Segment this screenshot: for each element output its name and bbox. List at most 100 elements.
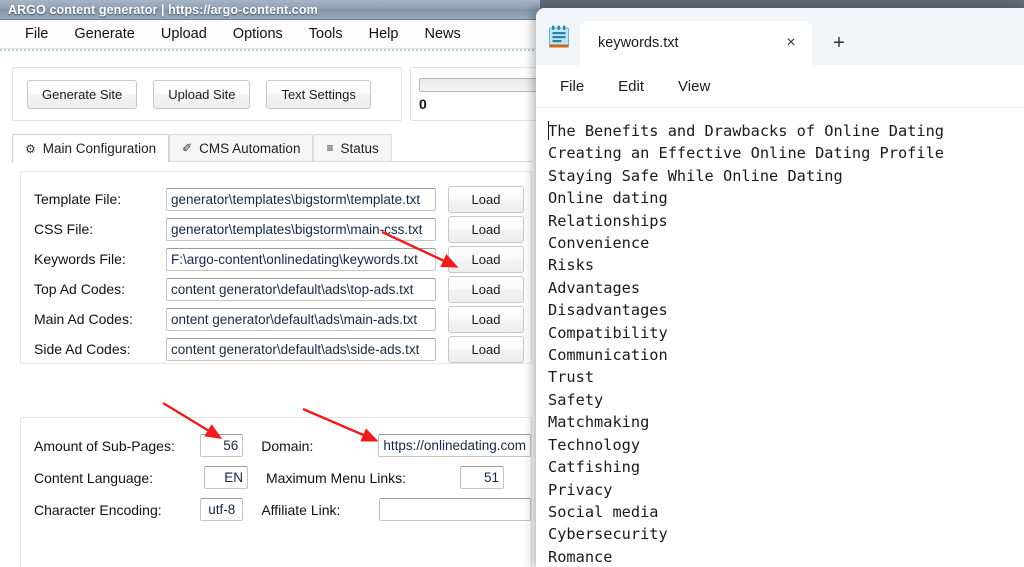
- top-ad-codes-label: Top Ad Codes:: [34, 281, 126, 297]
- text-line: Social media: [548, 502, 659, 521]
- tab-status-label: Status: [340, 140, 379, 156]
- load-main-ad-codes-button[interactable]: Load: [448, 305, 524, 333]
- main-ad-codes-input[interactable]: ontent generator\default\ads\main-ads.tx…: [166, 307, 436, 331]
- notepad-icon: [542, 15, 576, 61]
- argo-body: Generate Site Upload Site Text Settings …: [0, 49, 540, 567]
- progress-group: 0: [410, 67, 540, 121]
- load-template-file-button[interactable]: Load: [448, 185, 524, 213]
- character-encoding-label: Character Encoding:: [34, 501, 162, 518]
- text-line: The Benefits and Drawbacks of Online Dat…: [548, 122, 945, 140]
- text-line: Compatibility: [548, 323, 668, 342]
- argo-title-text: ARGO content generator | https://argo-co…: [8, 2, 318, 17]
- text-line: Privacy: [548, 480, 613, 499]
- generate-site-button[interactable]: Generate Site: [27, 79, 138, 109]
- max-menu-links-input[interactable]: 51: [460, 466, 505, 489]
- notepad-menu-view[interactable]: View: [664, 72, 724, 101]
- content-language-input[interactable]: EN: [204, 466, 248, 489]
- menu-item-generate[interactable]: Generate: [61, 24, 147, 44]
- text-settings-button[interactable]: Text Settings: [266, 79, 371, 109]
- gear-icon: ⚙: [25, 141, 36, 156]
- file-row: Side Ad Codes: content generator\default…: [34, 335, 531, 363]
- file-paths-panel: Template File: generator\templates\bigst…: [20, 171, 532, 364]
- upload-site-button[interactable]: Upload Site: [153, 79, 251, 109]
- notepad-tab-strip: keywords.txt × +: [536, 8, 1024, 65]
- sub-pages-label: Amount of Sub-Pages:: [34, 437, 175, 454]
- text-line: Romance: [548, 547, 613, 566]
- argo-tab-strip: ⚙ Main Configuration ✐ CMS Automation ≡ …: [12, 133, 532, 162]
- template-file-label: Template File:: [34, 191, 122, 207]
- text-line: Trust: [548, 368, 595, 387]
- file-row: Main Ad Codes: ontent generator\default\…: [34, 305, 531, 333]
- menu-item-upload[interactable]: Upload: [148, 24, 220, 44]
- notepad-tab-keywords[interactable]: keywords.txt ×: [580, 21, 812, 65]
- affiliate-link-input[interactable]: [378, 498, 531, 521]
- menu-item-tools[interactable]: Tools: [296, 24, 356, 44]
- tab-cms-automation-label: CMS Automation: [199, 140, 301, 156]
- load-top-ad-codes-button[interactable]: Load: [448, 275, 524, 303]
- progress-bar: [419, 78, 540, 92]
- character-encoding-input[interactable]: utf-8: [200, 498, 244, 521]
- notepad-icon-svg: [549, 25, 569, 48]
- menu-item-options[interactable]: Options: [220, 24, 296, 44]
- side-ad-codes-label: Side Ad Codes:: [34, 341, 131, 357]
- text-line: Catfishing: [548, 458, 641, 477]
- notepad-window: keywords.txt × + File Edit View The Bene…: [536, 8, 1024, 567]
- keywords-file-input[interactable]: F:\argo-content\onlinedating\keywords.tx…: [166, 247, 436, 271]
- text-line: Creating an Effective Online Dating Prof…: [548, 144, 945, 163]
- menu-item-file[interactable]: File: [12, 24, 61, 44]
- content-language-row: Content Language: EN Maximum Menu Links:…: [34, 464, 531, 491]
- argo-menu-bar: File Generate Upload Options Tools Help …: [0, 20, 540, 49]
- load-keywords-file-button[interactable]: Load: [448, 245, 524, 273]
- pencil-icon: ✐: [182, 141, 193, 155]
- load-css-file-button[interactable]: Load: [448, 215, 524, 243]
- text-line: Relationships: [548, 211, 668, 230]
- tab-main-configuration-label: Main Configuration: [42, 141, 157, 156]
- load-side-ad-codes-button[interactable]: Load: [448, 335, 524, 363]
- tab-main-configuration[interactable]: ⚙ Main Configuration: [12, 134, 170, 162]
- tab-status[interactable]: ≡ Status: [313, 134, 392, 161]
- content-language-label: Content Language:: [34, 469, 154, 486]
- domain-input[interactable]: https://onlinedating.com: [378, 434, 531, 457]
- sub-pages-row: Amount of Sub-Pages: 56 Domain: https://…: [34, 432, 531, 459]
- sub-pages-input[interactable]: 56: [200, 434, 244, 457]
- text-line: Online dating: [548, 189, 668, 208]
- file-row: Top Ad Codes: content generator\default\…: [34, 275, 531, 303]
- toolbar-divider: [0, 49, 540, 51]
- text-line: Cybersecurity: [548, 525, 668, 544]
- notepad-menu-edit[interactable]: Edit: [604, 72, 658, 101]
- max-menu-links-label: Maximum Menu Links:: [266, 469, 407, 486]
- text-line: Convenience: [548, 234, 650, 253]
- css-file-input[interactable]: generator\templates\bigstorm\main-css.tx…: [166, 217, 436, 241]
- text-line: Advantages: [548, 278, 641, 297]
- text-line: Risks: [548, 256, 595, 275]
- notepad-tab-title: keywords.txt: [598, 35, 679, 51]
- progress-count: 0: [419, 96, 427, 112]
- notepad-menu-file[interactable]: File: [546, 72, 598, 101]
- file-row: Keywords File: F:\argo-content\onlinedat…: [34, 245, 531, 273]
- text-line: Technology: [548, 435, 641, 454]
- file-row: Template File: generator\templates\bigst…: [34, 185, 531, 213]
- css-file-label: CSS File:: [34, 221, 94, 237]
- menu-item-help[interactable]: Help: [356, 24, 412, 44]
- side-ad-codes-input[interactable]: content generator\default\ads\side-ads.t…: [166, 337, 436, 361]
- new-tab-icon[interactable]: +: [822, 26, 856, 60]
- action-toolbar-group: Generate Site Upload Site Text Settings: [12, 67, 402, 121]
- template-file-input[interactable]: generator\templates\bigstorm\template.tx…: [166, 187, 436, 211]
- main-ad-codes-label: Main Ad Codes:: [34, 311, 133, 327]
- list-icon: ≡: [326, 141, 334, 155]
- close-icon[interactable]: ×: [778, 30, 804, 56]
- site-options-panel: Amount of Sub-Pages: 56 Domain: https://…: [20, 417, 532, 567]
- menu-item-news[interactable]: News: [411, 24, 473, 44]
- argo-title-bar: ARGO content generator | https://argo-co…: [0, 0, 540, 20]
- domain-label: Domain:: [261, 437, 314, 454]
- top-ad-codes-input[interactable]: content generator\default\ads\top-ads.tx…: [166, 277, 436, 301]
- file-row: CSS File: generator\templates\bigstorm\m…: [34, 215, 531, 243]
- text-line: Communication: [548, 346, 668, 365]
- argo-content-generator-window: ARGO content generator | https://argo-co…: [0, 0, 540, 567]
- affiliate-link-label: Affiliate Link:: [261, 501, 341, 518]
- keywords-file-label: Keywords File:: [34, 251, 126, 267]
- text-line: Matchmaking: [548, 413, 650, 432]
- notepad-text-area[interactable]: The Benefits and Drawbacks of Online Dat…: [536, 108, 1024, 567]
- character-encoding-row: Character Encoding: utf-8 Affiliate Link…: [34, 496, 531, 523]
- tab-cms-automation[interactable]: ✐ CMS Automation: [169, 134, 314, 161]
